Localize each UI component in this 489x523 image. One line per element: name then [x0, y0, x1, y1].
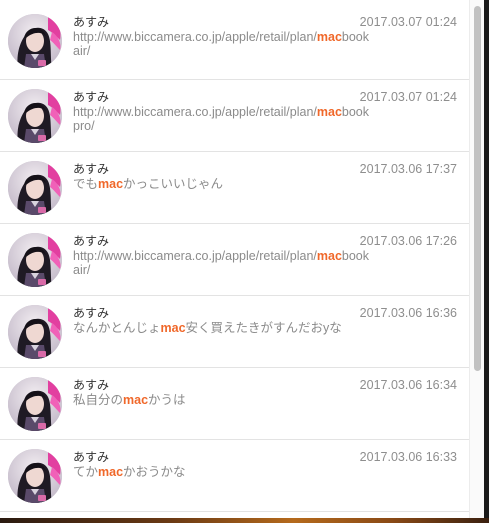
- user-avatar-icon: [8, 449, 62, 503]
- sender-name: あすみ: [73, 378, 110, 392]
- sender-name: あすみ: [73, 90, 110, 104]
- message-text-segment: http://www.biccamera.co.jp/apple/retail/…: [73, 249, 317, 263]
- avatar: [8, 161, 62, 215]
- message-result-row[interactable]: あすみ 2017.03.06 16:33 てかmacかおうかな: [0, 440, 469, 512]
- message-search-results: あすみ 2017.03.07 01:24 http://www.biccamer…: [0, 0, 469, 518]
- message-text-segment: なんかとんじょ: [73, 321, 161, 335]
- user-avatar-icon: [8, 233, 62, 287]
- window-edge: [484, 0, 489, 523]
- avatar: [8, 449, 62, 503]
- search-match-highlight: mac: [160, 321, 186, 335]
- avatar: [8, 377, 62, 431]
- user-avatar-icon: [8, 89, 62, 143]
- message-text-segment: かおうかな: [123, 465, 186, 479]
- message-result-row[interactable]: あすみ 2017.03.06 17:37 でもmacかっこいいじゃん: [0, 152, 469, 224]
- message-text-segment: かっこいいじゃん: [123, 177, 224, 191]
- sender-name: あすみ: [73, 450, 110, 464]
- message-text-segment: てか: [73, 465, 99, 479]
- user-avatar-icon: [8, 377, 62, 431]
- avatar: [8, 233, 62, 287]
- message-text-segment: 私自分の: [73, 393, 124, 407]
- message-timestamp: 2017.03.06 17:26: [359, 234, 457, 248]
- message-result-row[interactable]: あすみ 2017.03.07 01:24 http://www.biccamer…: [0, 80, 469, 152]
- message-timestamp: 2017.03.07 01:24: [359, 15, 457, 29]
- message-text-segment: http://www.biccamera.co.jp/apple/retail/…: [73, 105, 317, 119]
- message-result-row[interactable]: あすみ 2017.03.06 16:34 私自分のmacかうは: [0, 368, 469, 440]
- user-avatar-icon: [8, 161, 62, 215]
- message-text: てかmacかおうかな: [73, 465, 373, 479]
- message-result-row[interactable]: あすみ 2017.03.07 01:24 http://www.biccamer…: [0, 0, 469, 80]
- message-result-row[interactable]: あすみ 2017.03.06 17:26 http://www.biccamer…: [0, 224, 469, 296]
- user-avatar-icon: [8, 14, 62, 68]
- search-match-highlight: mac: [123, 393, 149, 407]
- sender-name: あすみ: [73, 234, 110, 248]
- message-text-segment: かうは: [148, 393, 186, 407]
- search-match-highlight: mac: [316, 249, 342, 263]
- message-timestamp: 2017.03.06 16:34: [359, 378, 457, 392]
- message-text: でもmacかっこいいじゃん: [73, 177, 373, 191]
- scrollbar-thumb[interactable]: [474, 6, 481, 371]
- message-timestamp: 2017.03.06 16:36: [359, 306, 457, 320]
- vertical-scrollbar[interactable]: [469, 0, 484, 518]
- avatar: [8, 14, 62, 68]
- avatar: [8, 305, 62, 359]
- message-text: なんかとんじょmac安く買えたきがすんだおyな: [73, 321, 373, 335]
- message-timestamp: 2017.03.07 01:24: [359, 90, 457, 104]
- search-results-window: あすみ 2017.03.07 01:24 http://www.biccamer…: [0, 0, 489, 523]
- message-text: http://www.biccamera.co.jp/apple/retail/…: [73, 249, 373, 277]
- message-text: http://www.biccamera.co.jp/apple/retail/…: [73, 105, 373, 133]
- message-text: http://www.biccamera.co.jp/apple/retail/…: [73, 30, 373, 58]
- message-result-row[interactable]: あすみ 2017.03.06 16:36 なんかとんじょmac安く買えたきがすん…: [0, 296, 469, 368]
- message-text: 私自分のmacかうは: [73, 393, 373, 407]
- sender-name: あすみ: [73, 15, 110, 29]
- sender-name: あすみ: [73, 162, 110, 176]
- message-text-segment: 安く買えたきがすんだおyな: [185, 321, 342, 335]
- avatar: [8, 89, 62, 143]
- message-timestamp: 2017.03.06 17:37: [359, 162, 457, 176]
- sender-name: あすみ: [73, 306, 110, 320]
- desktop-background-edge: [0, 518, 489, 523]
- search-match-highlight: mac: [98, 177, 124, 191]
- search-match-highlight: mac: [98, 465, 124, 479]
- message-text-segment: でも: [73, 177, 99, 191]
- message-timestamp: 2017.03.06 16:33: [359, 450, 457, 464]
- message-text-segment: http://www.biccamera.co.jp/apple/retail/…: [73, 30, 317, 44]
- search-match-highlight: mac: [316, 105, 342, 119]
- user-avatar-icon: [8, 305, 62, 359]
- search-match-highlight: mac: [316, 30, 342, 44]
